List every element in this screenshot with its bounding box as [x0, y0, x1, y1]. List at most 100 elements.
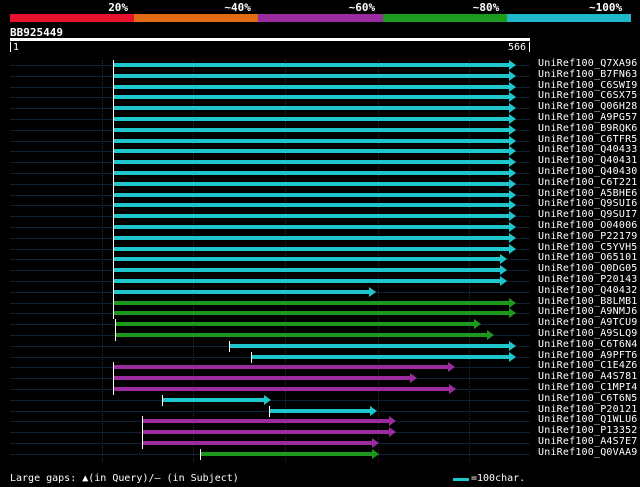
hit-name-link[interactable]: UniRef100_Q0VAA9: [538, 447, 638, 458]
hit-alignment[interactable]: [112, 235, 509, 240]
hit-name-link[interactable]: UniRef100_P20143: [538, 274, 638, 285]
hit-name-link[interactable]: UniRef100_P20121: [538, 404, 638, 415]
hit-start-tick: [112, 211, 114, 223]
hit-alignment[interactable]: [112, 192, 509, 197]
scale-label: =100char.: [471, 473, 526, 484]
hit-alignment[interactable]: [112, 289, 369, 294]
hit-name-link[interactable]: UniRef100_C6TFR5: [538, 134, 638, 145]
hit-name-link[interactable]: UniRef100_A4S7E7: [538, 436, 638, 447]
legend-segment: [134, 14, 259, 22]
hit-name-link[interactable]: UniRef100_C6T6N5: [538, 393, 638, 404]
hit-name-link[interactable]: UniRef100_O65101: [538, 252, 638, 263]
hit-alignment[interactable]: [115, 322, 475, 327]
hit-name-link[interactable]: UniRef100_C1MPI4: [538, 382, 638, 393]
hit-arrow-icon: [509, 114, 516, 124]
hit-alignment[interactable]: [268, 408, 370, 413]
hit-name-link[interactable]: UniRef100_Q9SUI7: [538, 209, 638, 220]
hit-start-tick: [112, 308, 114, 320]
hit-alignment[interactable]: [112, 63, 509, 67]
hit-name-link[interactable]: UniRef100_C6SWI9: [538, 80, 638, 91]
hit-alignment[interactable]: [112, 365, 449, 370]
hit-name-link[interactable]: UniRef100_P13352: [538, 425, 638, 436]
hit-alignment[interactable]: [115, 333, 487, 337]
hit-alignment[interactable]: [112, 279, 501, 283]
hit-name-link[interactable]: UniRef100_C6T221: [538, 177, 638, 188]
hit-start-tick: [115, 330, 117, 341]
hit-start-tick: [142, 438, 144, 449]
hit-arrow-icon: [369, 405, 377, 416]
hit-start-tick: [112, 222, 114, 233]
hit-alignment[interactable]: [200, 451, 372, 456]
hit-name-link[interactable]: UniRef100_Q9SUI6: [538, 198, 638, 209]
hit-start-tick: [142, 416, 144, 428]
hit-alignment[interactable]: [228, 343, 509, 348]
hit-name-link[interactable]: UniRef100_Q40432: [538, 285, 638, 296]
hit-alignment[interactable]: [112, 171, 509, 175]
hit-alignment[interactable]: [112, 387, 450, 391]
hit-name-link[interactable]: UniRef100_C5YVH5: [538, 242, 638, 253]
hit-alignment[interactable]: [112, 127, 509, 132]
ruler-end-tick: [529, 42, 530, 52]
hit-start-tick: [228, 340, 230, 352]
hit-name-link[interactable]: UniRef100_A9PFT6: [538, 350, 638, 361]
hit-alignment[interactable]: [112, 311, 509, 316]
hit-start-tick: [112, 168, 114, 179]
hit-arrow-icon: [509, 103, 516, 114]
hit-alignment[interactable]: [112, 181, 509, 186]
hit-alignment[interactable]: [112, 257, 501, 262]
hit-name-link[interactable]: UniRef100_A4S781: [538, 371, 638, 382]
hit-alignment[interactable]: [112, 117, 509, 121]
hit-arrow-icon: [509, 308, 516, 319]
hit-name-link[interactable]: UniRef100_Q40431: [538, 155, 638, 166]
hit-name-link[interactable]: UniRef100_C1E4Z6: [538, 360, 638, 371]
hit-alignment[interactable]: [112, 73, 509, 78]
hit-alignment[interactable]: [112, 106, 509, 111]
hit-name-link[interactable]: UniRef100_O04006: [538, 220, 638, 231]
hit-alignment[interactable]: [112, 268, 501, 273]
hit-alignment[interactable]: [112, 214, 509, 219]
hit-alignment[interactable]: [112, 138, 509, 143]
hit-name-link[interactable]: UniRef100_Q40433: [538, 144, 638, 155]
hit-alignment[interactable]: [112, 95, 509, 100]
hit-alignment[interactable]: [112, 246, 509, 251]
hit-start-tick: [112, 157, 114, 169]
hit-start-tick: [112, 103, 114, 115]
hit-alignment[interactable]: [112, 225, 509, 229]
hit-arrow-icon: [509, 232, 516, 243]
hit-name-link[interactable]: UniRef100_Q0DG05: [538, 263, 638, 274]
hit-name-link[interactable]: UniRef100_Q06H28: [538, 101, 638, 112]
hit-start-tick: [112, 70, 114, 82]
hit-name-link[interactable]: UniRef100_C6SX75: [538, 90, 638, 101]
hit-alignment[interactable]: [142, 430, 390, 435]
hit-name-link[interactable]: UniRef100_Q7XA96: [538, 58, 638, 69]
hit-alignment[interactable]: [112, 376, 410, 381]
hit-alignment[interactable]: [250, 354, 509, 359]
hit-alignment[interactable]: [142, 419, 390, 424]
hit-name-link[interactable]: UniRef100_C6T6N4: [538, 339, 638, 350]
hit-alignment[interactable]: [112, 203, 509, 208]
hit-alignment[interactable]: [142, 441, 372, 445]
hit-alignment[interactable]: [112, 84, 509, 89]
hit-alignment[interactable]: [112, 300, 509, 305]
hit-name-link[interactable]: UniRef100_A9NMJ6: [538, 306, 638, 317]
hit-name-link[interactable]: UniRef100_B8LMB1: [538, 296, 638, 307]
hit-arrow-icon: [263, 394, 271, 405]
hit-name-link[interactable]: UniRef100_P22179: [538, 231, 638, 242]
hit-name-link[interactable]: UniRef100_B7FN63: [538, 69, 638, 80]
hit-alignment[interactable]: [112, 160, 509, 165]
ruler-start-label: 1: [13, 42, 20, 53]
hit-name-link[interactable]: UniRef100_A5BHE6: [538, 188, 638, 199]
hit-alignment[interactable]: [161, 397, 264, 402]
hit-name-link[interactable]: UniRef100_A9TCU9: [538, 317, 638, 328]
hit-name-link[interactable]: UniRef100_A9PG57: [538, 112, 638, 123]
hit-arrow-icon: [509, 157, 516, 168]
hit-arrow-icon: [509, 81, 516, 92]
legend-label: ~40%: [224, 1, 251, 14]
hit-name-link[interactable]: UniRef100_Q1WLU6: [538, 414, 638, 425]
hit-name-link[interactable]: UniRef100_A9SLQ9: [538, 328, 638, 339]
hit-name-link[interactable]: UniRef100_Q40430: [538, 166, 638, 177]
hit-start-tick: [112, 243, 114, 255]
hit-alignment[interactable]: [112, 149, 509, 154]
hit-row[interactable]: UniRef100_Q0VAA9: [0, 447, 640, 460]
hit-name-link[interactable]: UniRef100_B9RQK6: [538, 123, 638, 134]
